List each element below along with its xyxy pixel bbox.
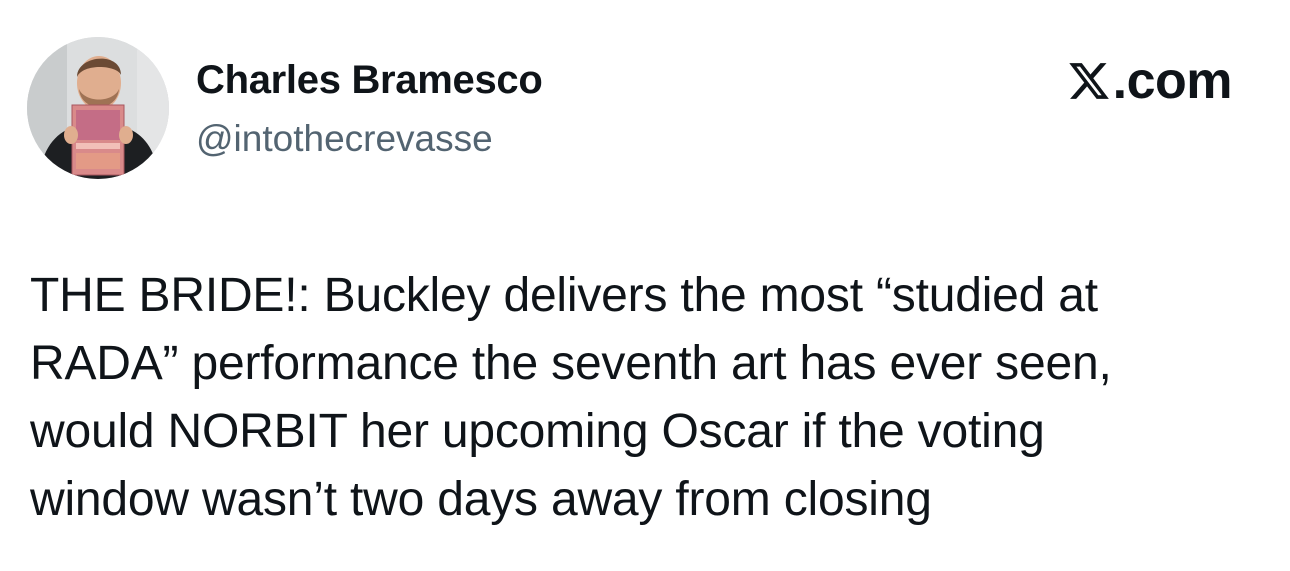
site-badge: .com (1067, 52, 1233, 110)
tweet-text: THE BRIDE!: Buckley delivers the most “s… (30, 269, 1112, 526)
author-display-name[interactable]: Charles Bramesco (196, 56, 543, 104)
x-logo-icon (1067, 59, 1111, 103)
avatar-photo (27, 37, 169, 179)
author-handle[interactable]: @intothecrevasse (196, 116, 493, 162)
tweet-card: Charles Bramesco @intothecrevasse .com T… (0, 0, 1290, 571)
site-domain-text: .com (1112, 52, 1233, 110)
avatar[interactable] (27, 37, 169, 179)
